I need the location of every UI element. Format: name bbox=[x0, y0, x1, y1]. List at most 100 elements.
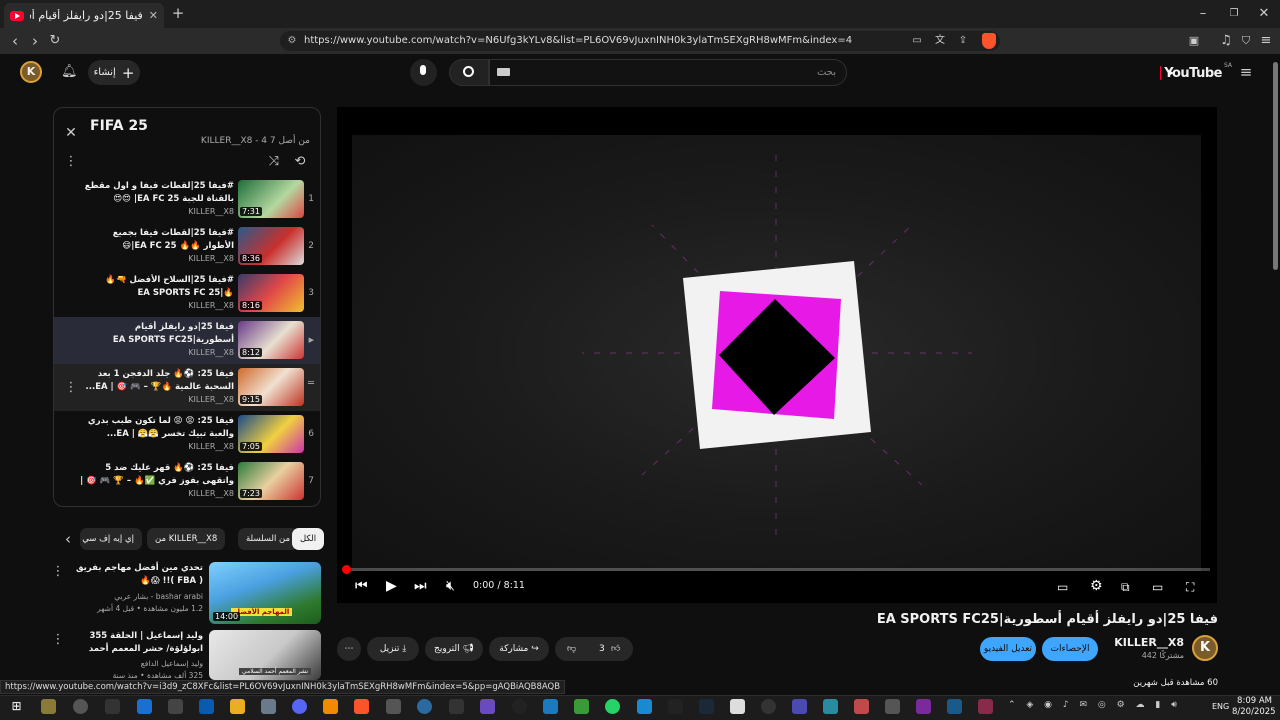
playlist-item[interactable]: ⋮ فيفا 25: ⚽🔥 جلد الدفجن 1 بعد السحبة عا… bbox=[54, 364, 320, 411]
taskbar-app-icon[interactable] bbox=[543, 699, 558, 714]
bookmark-icon[interactable]: ▣ bbox=[1186, 33, 1202, 49]
browser-tab[interactable]: فيفا 25|دو رايفلز أقيام أسطورية|EA SPORT… bbox=[4, 3, 164, 28]
chip-from-channel[interactable]: من KILLER__X8 bbox=[147, 528, 226, 550]
search-input[interactable]: بحث bbox=[489, 59, 847, 86]
close-window-icon[interactable]: ✕ bbox=[1257, 6, 1271, 22]
media-icon[interactable]: ♫ bbox=[1218, 33, 1234, 49]
playlist-title[interactable]: FIFA 25 bbox=[90, 118, 148, 134]
taskbar-app-icon[interactable] bbox=[885, 699, 900, 714]
taskbar-app-icon[interactable] bbox=[105, 699, 120, 714]
playlist-item[interactable]: #فيفا 25|لقطات فيفا بجميع الأطوار 🔥🔥 EA … bbox=[54, 223, 320, 270]
edit-video-button[interactable]: تعديل الفيديو bbox=[980, 637, 1036, 661]
vpn-shield-icon[interactable]: ⛉ bbox=[1238, 33, 1254, 49]
minimize-icon[interactable]: – bbox=[1196, 6, 1210, 22]
steam-icon[interactable] bbox=[699, 699, 714, 714]
play-icon[interactable]: ▶︎ bbox=[386, 578, 397, 594]
taskbar-app-icon[interactable] bbox=[261, 699, 276, 714]
muted-volume-icon[interactable]: 🔇︎ bbox=[446, 578, 455, 594]
taskbar-app-icon[interactable] bbox=[480, 699, 495, 714]
playlist-item[interactable]: فيفا 25: ⚽🔥 قهر عليك ضد 5 واتقهى بفوز فر… bbox=[54, 458, 320, 505]
new-tab-button[interactable]: + bbox=[170, 5, 186, 21]
taskbar-app-icon[interactable] bbox=[417, 699, 432, 714]
browser-menu-icon[interactable]: ≡ bbox=[1258, 33, 1274, 49]
rec-more-icon[interactable]: ⋮ bbox=[51, 632, 65, 648]
url-field[interactable]: https://www.youtube.com/watch?v=N6Ufg3kY… bbox=[280, 31, 1000, 51]
file-explorer-icon[interactable] bbox=[230, 699, 245, 714]
previous-icon[interactable]: ⏮︎ bbox=[355, 578, 368, 594]
item-more-icon[interactable]: ⋮ bbox=[64, 380, 78, 396]
playlist-item[interactable]: #فيفا 25|لقطات فيفا و اول مقطع بالقناة ل… bbox=[54, 176, 320, 223]
discord-icon[interactable] bbox=[292, 699, 307, 714]
playlist-more-icon[interactable]: ⋮ bbox=[63, 154, 79, 170]
share-button[interactable]: مشاركة ↪ bbox=[489, 637, 549, 661]
loop-icon[interactable]: ⟲ bbox=[292, 154, 308, 170]
restore-icon[interactable]: ❐ bbox=[1227, 6, 1241, 22]
taskbar-app-icon[interactable] bbox=[978, 699, 993, 714]
channel-avatar[interactable]: K bbox=[1192, 635, 1218, 661]
channel-name[interactable]: KILLER__X8 bbox=[1100, 636, 1184, 649]
brave-shield-icon[interactable] bbox=[982, 33, 996, 49]
cast-icon[interactable]: ▭ bbox=[910, 33, 924, 49]
voice-search-button[interactable] bbox=[410, 59, 437, 86]
rec-more-icon[interactable]: ⋮ bbox=[51, 564, 65, 580]
chip-from-series[interactable]: من السلسلة bbox=[238, 528, 299, 550]
shuffle-icon[interactable]: ⤨ bbox=[266, 154, 282, 170]
page-scrollbar[interactable] bbox=[1273, 62, 1278, 270]
create-button[interactable]: إنشاء + bbox=[88, 60, 140, 85]
progress-bar[interactable] bbox=[346, 568, 1210, 571]
taskbar-app-icon[interactable] bbox=[137, 699, 152, 714]
like-icon[interactable]: 👍︎ bbox=[611, 637, 620, 661]
download-button[interactable]: تنزيل ⤓ bbox=[367, 637, 419, 661]
language-indicator[interactable]: ENG bbox=[1212, 702, 1229, 711]
views-and-date[interactable]: 60 مشاهدة قبل شهرين bbox=[1120, 678, 1218, 688]
taskbar-app-icon[interactable] bbox=[668, 699, 683, 714]
settings-gear-icon[interactable]: ⚙ bbox=[1090, 578, 1103, 594]
site-info-icon[interactable]: ⚙ bbox=[285, 33, 299, 49]
recommendation-item[interactable]: ⋮ وليد إسماعيل | الحلقة 355 ابولؤلؤة/ حش… bbox=[51, 630, 321, 682]
guide-menu-icon[interactable]: ≡ bbox=[1238, 64, 1254, 80]
taskbar-app-icon[interactable] bbox=[730, 699, 745, 714]
chip-related[interactable]: إي إيه إف سي bbox=[80, 528, 142, 550]
recommendation-item[interactable]: ⋮ تحدي مين أفضل مهاجم بفريق ( FBA )!! 😱🔥… bbox=[51, 562, 321, 626]
analytics-button[interactable]: الإحصاءات bbox=[1042, 637, 1098, 661]
taskbar-app-icon[interactable] bbox=[449, 699, 464, 714]
subtitles-icon[interactable]: ▭ bbox=[1057, 580, 1068, 594]
taskbar-app-icon[interactable] bbox=[792, 699, 807, 714]
whatsapp-icon[interactable] bbox=[605, 699, 620, 714]
taskbar-app-icon[interactable] bbox=[41, 699, 56, 714]
taskbar-app-icon[interactable] bbox=[73, 699, 88, 714]
taskbar-app-icon[interactable] bbox=[512, 699, 527, 714]
taskbar-app-icon[interactable] bbox=[947, 699, 962, 714]
taskbar-app-icon[interactable] bbox=[168, 699, 183, 714]
drag-handle-icon[interactable]: ═ bbox=[308, 378, 314, 389]
playlist-item-current[interactable]: فيفا 25|دو رايفلز أقيام أسطورية|EA SPORT… bbox=[54, 317, 320, 364]
taskbar-app-icon[interactable] bbox=[199, 699, 214, 714]
forward-icon[interactable]: › bbox=[27, 33, 43, 49]
keyboard-icon[interactable] bbox=[497, 68, 510, 76]
system-clock[interactable]: 8:09 AM 8/20/2025 bbox=[1232, 696, 1276, 718]
tray-icons[interactable]: ⌃ ◈ ◉ ♪ ✉ ◎ ⚙ ☁ ▮ 🔊︎ bbox=[1008, 700, 1208, 710]
more-actions-button[interactable]: ⋯ bbox=[337, 637, 361, 661]
back-icon[interactable]: ‹ bbox=[7, 33, 23, 49]
theater-mode-icon[interactable]: ▭ bbox=[1152, 580, 1163, 594]
search-button[interactable] bbox=[449, 59, 489, 86]
taskbar-app-icon[interactable] bbox=[386, 699, 401, 714]
taskbar-app-icon[interactable] bbox=[761, 699, 776, 714]
next-icon[interactable]: ⏭︎ bbox=[414, 578, 427, 594]
taskbar-app-icon[interactable] bbox=[823, 699, 838, 714]
playlist-item[interactable]: فيفا 25: 😡 😡 لما تكون طبب بدري والعبة تب… bbox=[54, 411, 320, 458]
start-icon[interactable]: ⊞ bbox=[9, 699, 24, 714]
playlist-item[interactable]: #فيفا 25|السلاح الأفضل 🔫🔥🔥|EA SPORTS FC … bbox=[54, 270, 320, 317]
channel-avatar-button[interactable]: K bbox=[20, 61, 42, 83]
taskbar-app-icon[interactable] bbox=[574, 699, 589, 714]
taskbar-app-icon[interactable] bbox=[637, 699, 652, 714]
chips-scroll-left-icon[interactable]: ‹ bbox=[61, 531, 75, 547]
dislike-icon[interactable]: 👎︎ bbox=[567, 637, 576, 661]
reload-icon[interactable]: ↻ bbox=[47, 33, 63, 49]
miniplayer-icon[interactable]: ⧉ bbox=[1121, 580, 1130, 595]
share-page-icon[interactable]: ⇪ bbox=[956, 33, 970, 49]
video-frame[interactable] bbox=[352, 135, 1201, 571]
youtube-logo[interactable]: YouTube bbox=[1160, 64, 1222, 82]
progress-scrubber[interactable] bbox=[342, 565, 351, 574]
notifications-bell-icon[interactable]: 🔔︎ bbox=[61, 64, 78, 80]
